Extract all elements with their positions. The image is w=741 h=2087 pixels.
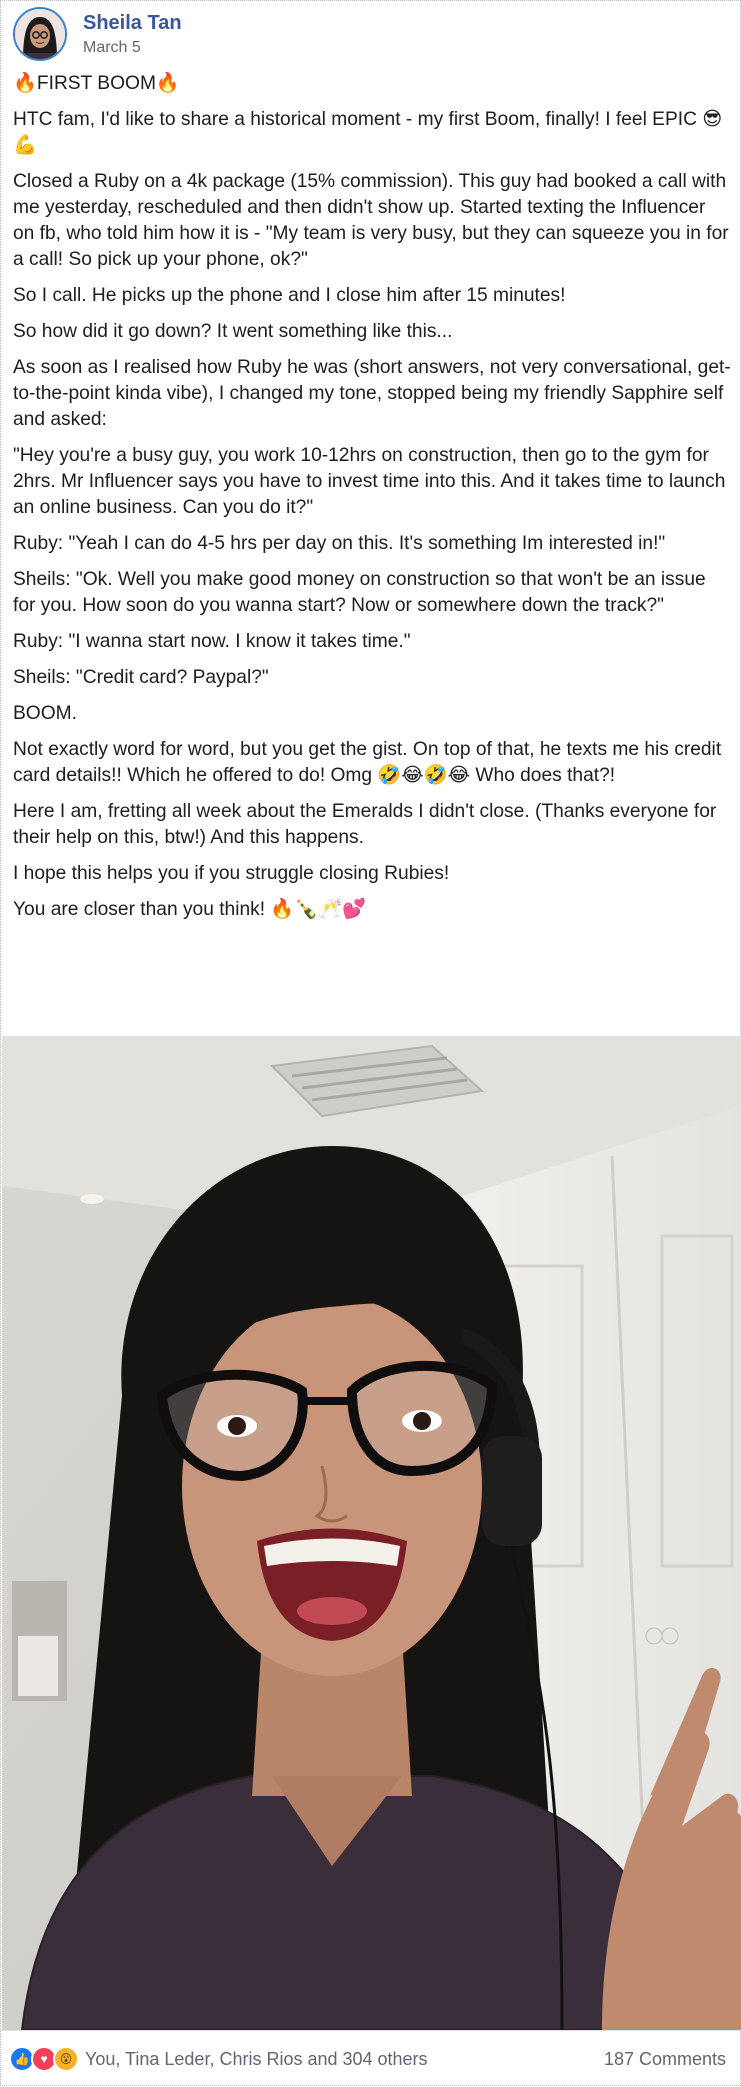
post-paragraph: "Hey you're a busy guy, you work 10-12hr… <box>13 445 726 518</box>
avatar[interactable] <box>13 7 67 61</box>
avatar-image <box>15 9 65 59</box>
reactions-summary[interactable]: 👍 ♥ 😮 You, Tina Leder, Chris Rios and 30… <box>9 2046 428 2072</box>
post-paragraph: Ruby: "Yeah I can do 4-5 hrs per day on … <box>13 533 666 554</box>
post-footer: 👍 ♥ 😮 You, Tina Leder, Chris Rios and 30… <box>1 2030 740 2087</box>
post-photo[interactable] <box>2 1036 741 2030</box>
wow-icon: 😮 <box>53 2046 79 2072</box>
post-paragraph: So I call. He picks up the phone and I c… <box>13 285 566 306</box>
post-header: Sheila Tan March 5 <box>13 7 182 61</box>
post-card: Sheila Tan March 5 🔥FIRST BOOM🔥 HTC fam,… <box>0 0 741 2086</box>
post-body: 🔥FIRST BOOM🔥 HTC fam, I'd like to share … <box>13 71 731 933</box>
post-paragraph: Closed a Ruby on a 4k package (15% commi… <box>13 171 729 270</box>
post-paragraph: As soon as I realised how Ruby he was (s… <box>13 357 731 430</box>
post-paragraph: So how did it go down? It went something… <box>13 321 453 342</box>
comments-count[interactable]: 187 Comments <box>604 2049 726 2070</box>
post-date[interactable]: March 5 <box>83 39 182 57</box>
author-name[interactable]: Sheila Tan <box>83 11 182 35</box>
post-paragraph: You are closer than you think! 🔥🍾🥂💕 <box>13 899 366 920</box>
post-paragraph: HTC fam, I'd like to share a historical … <box>13 109 723 156</box>
post-paragraph: I hope this helps you if you struggle cl… <box>13 863 450 884</box>
post-paragraph: BOOM. <box>13 703 77 724</box>
post-paragraph: 🔥FIRST BOOM🔥 <box>13 73 180 94</box>
post-paragraph: Here I am, fretting all week about the E… <box>13 801 717 848</box>
reactions-text: You, Tina Leder, Chris Rios and 304 othe… <box>85 2048 428 2069</box>
post-paragraph: Sheils: "Ok. Well you make good money on… <box>13 569 706 616</box>
post-paragraph: Not exactly word for word, but you get t… <box>13 739 722 786</box>
post-paragraph: Ruby: "I wanna start now. I know it take… <box>13 631 411 652</box>
reaction-icons: 👍 ♥ 😮 <box>9 2046 79 2072</box>
selfie-image <box>2 1036 741 2030</box>
post-meta: Sheila Tan March 5 <box>83 11 182 57</box>
post-paragraph: Sheils: "Credit card? Paypal?" <box>13 667 269 688</box>
